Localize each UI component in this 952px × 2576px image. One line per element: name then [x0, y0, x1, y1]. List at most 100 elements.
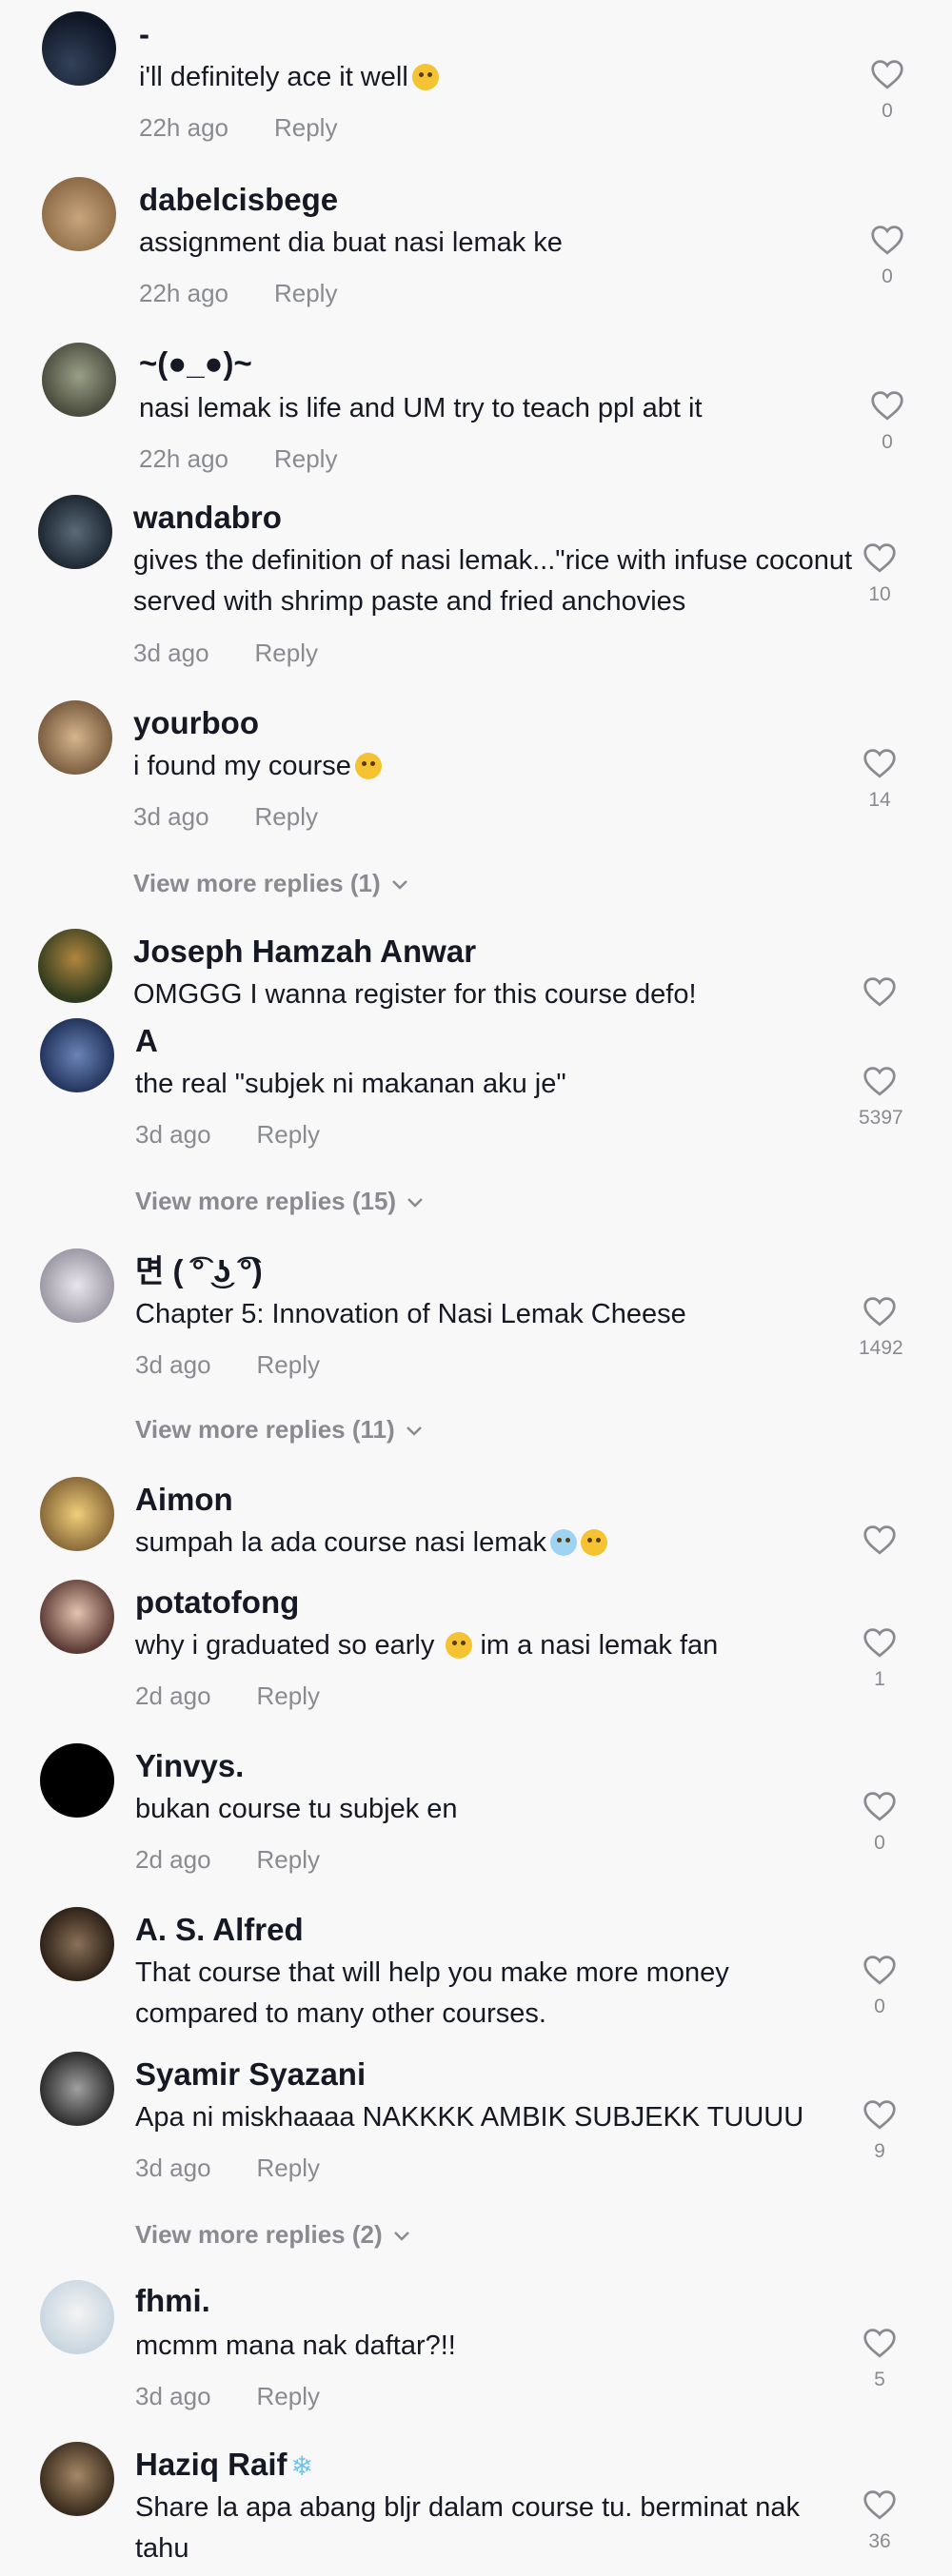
avatar[interactable]: [38, 700, 112, 775]
comment-time: 2d ago: [135, 1845, 211, 1874]
comment-username[interactable]: Yinvys.: [135, 1747, 244, 1785]
like-button[interactable]: [859, 1524, 901, 1555]
laughing-emoji-icon: [411, 64, 439, 90]
reply-button[interactable]: Reply: [257, 1350, 320, 1379]
comment-meta: 3d ago Reply: [135, 1349, 320, 1380]
avatar[interactable]: [42, 343, 116, 417]
comment-text: Chapter 5: Innovation of Nasi Lemak Chee…: [135, 1299, 686, 1329]
like-button[interactable]: 0: [866, 390, 908, 455]
reply-button[interactable]: Reply: [274, 444, 337, 473]
comment-username[interactable]: -: [139, 15, 149, 53]
comment-meta: 22h ago Reply: [139, 278, 337, 308]
like-count: 0: [882, 100, 893, 122]
like-button[interactable]: [859, 976, 901, 1007]
comment-username[interactable]: dabelcisbege: [139, 181, 338, 219]
comment-username[interactable]: yourboo: [133, 704, 259, 742]
comment-meta: 22h ago Reply: [139, 112, 337, 143]
heart-outline-icon: [863, 1067, 896, 1096]
heart-outline-icon: [863, 1956, 896, 1985]
comment-meta: 3d ago Reply: [135, 1119, 320, 1150]
like-count: 14: [868, 789, 891, 811]
comment-username[interactable]: fhmi.: [135, 2282, 210, 2320]
like-button[interactable]: 1492: [859, 1296, 903, 1361]
like-button[interactable]: 36: [859, 2489, 901, 2554]
avatar[interactable]: [40, 2052, 114, 2126]
heart-outline-icon: [863, 1297, 896, 1327]
comment-meta: 2d ago Reply: [135, 1681, 320, 1711]
pleading-emoji-icon: [446, 1632, 473, 1659]
like-button[interactable]: 10: [859, 542, 901, 607]
comment-text: mcmm mana nak daftar?!!: [135, 2330, 456, 2361]
comment-username[interactable]: Syamir Syazani: [135, 2055, 366, 2094]
like-button[interactable]: 5: [859, 2328, 901, 2392]
comment-text: sumpah la ada course nasi lemak: [135, 1523, 868, 1563]
heart-outline-icon: [871, 226, 903, 255]
comment-text: i'll definitely ace it well: [139, 57, 872, 98]
avatar[interactable]: [40, 1249, 114, 1323]
avatar[interactable]: [38, 495, 112, 569]
comment-meta: 3d ago Reply: [133, 801, 318, 832]
comment-username[interactable]: A: [135, 1022, 158, 1060]
heart-outline-icon: [863, 2100, 896, 2130]
reply-button[interactable]: Reply: [257, 1120, 320, 1149]
comment-time: 3d ago: [135, 2382, 211, 2410]
comment-meta: 3d ago Reply: [135, 2381, 320, 2411]
like-button[interactable]: 0: [859, 1791, 901, 1856]
comment-time: 2d ago: [135, 1681, 211, 1710]
view-more-replies-button[interactable]: View more replies (11): [135, 1414, 424, 1445]
reply-button[interactable]: Reply: [257, 2153, 320, 2182]
comment-meta: 2d ago Reply: [135, 1844, 320, 1875]
heart-outline-icon: [863, 749, 896, 778]
like-button[interactable]: 5397: [859, 1066, 903, 1131]
reply-button[interactable]: Reply: [257, 1845, 320, 1874]
comment-username[interactable]: Aimon: [135, 1481, 233, 1519]
avatar[interactable]: [40, 1580, 114, 1654]
like-button[interactable]: 9: [859, 2099, 901, 2164]
heart-outline-icon: [863, 1628, 896, 1658]
comment-username[interactable]: ~(●_●)~: [139, 344, 252, 383]
like-button[interactable]: 0: [866, 59, 908, 124]
reply-button[interactable]: Reply: [257, 1681, 320, 1710]
comment-username[interactable]: Joseph Hamzah Anwar: [133, 933, 476, 971]
star-struck-emoji-icon: [354, 753, 382, 779]
heart-outline-icon: [871, 391, 903, 421]
like-button[interactable]: 14: [859, 748, 901, 813]
reply-button[interactable]: Reply: [274, 113, 337, 142]
avatar[interactable]: [40, 2280, 114, 2354]
avatar[interactable]: [40, 1018, 114, 1092]
like-count: 36: [868, 2530, 891, 2552]
view-more-replies-button[interactable]: View more replies (1): [133, 868, 409, 898]
heart-outline-icon: [863, 977, 896, 1007]
like-button[interactable]: 0: [859, 1955, 901, 2019]
heart-outline-icon: [863, 2329, 896, 2358]
avatar[interactable]: [42, 177, 116, 251]
heart-outline-icon: [871, 60, 903, 89]
view-more-replies-button[interactable]: View more replies (15): [135, 1186, 425, 1216]
like-count: 9: [874, 2140, 885, 2162]
avatar[interactable]: [38, 929, 112, 1003]
like-button[interactable]: 0: [866, 225, 908, 289]
reply-button[interactable]: Reply: [255, 802, 318, 831]
like-count: 5397: [859, 1107, 903, 1129]
like-button[interactable]: 1: [859, 1627, 901, 1692]
comment-username[interactable]: Haziq Raif ❄: [135, 2446, 313, 2486]
comment-username[interactable]: wandabro: [133, 499, 282, 537]
comment-username[interactable]: A. S. Alfred: [135, 1911, 304, 1949]
like-count: 1: [874, 1668, 885, 1690]
avatar[interactable]: [42, 11, 116, 86]
like-count: 0: [874, 1996, 885, 2017]
reply-button[interactable]: Reply: [274, 279, 337, 307]
comment-time: 3d ago: [135, 1120, 211, 1149]
chevron-down-icon: [391, 880, 407, 890]
avatar[interactable]: [40, 1743, 114, 1818]
avatar[interactable]: [40, 1477, 114, 1551]
heart-outline-icon: [863, 543, 896, 573]
reply-button[interactable]: Reply: [255, 639, 318, 667]
comment-text: assignment dia buat nasi lemak ke: [139, 227, 563, 258]
reply-button[interactable]: Reply: [257, 2382, 320, 2410]
comment-username[interactable]: potatofong: [135, 1583, 299, 1622]
avatar[interactable]: [40, 1907, 114, 1981]
avatar[interactable]: [40, 2442, 114, 2516]
comment-username[interactable]: 면 ( ͡° ͜ʖ ͡°): [135, 1252, 263, 1290]
view-more-replies-button[interactable]: View more replies (2): [135, 2219, 411, 2250]
